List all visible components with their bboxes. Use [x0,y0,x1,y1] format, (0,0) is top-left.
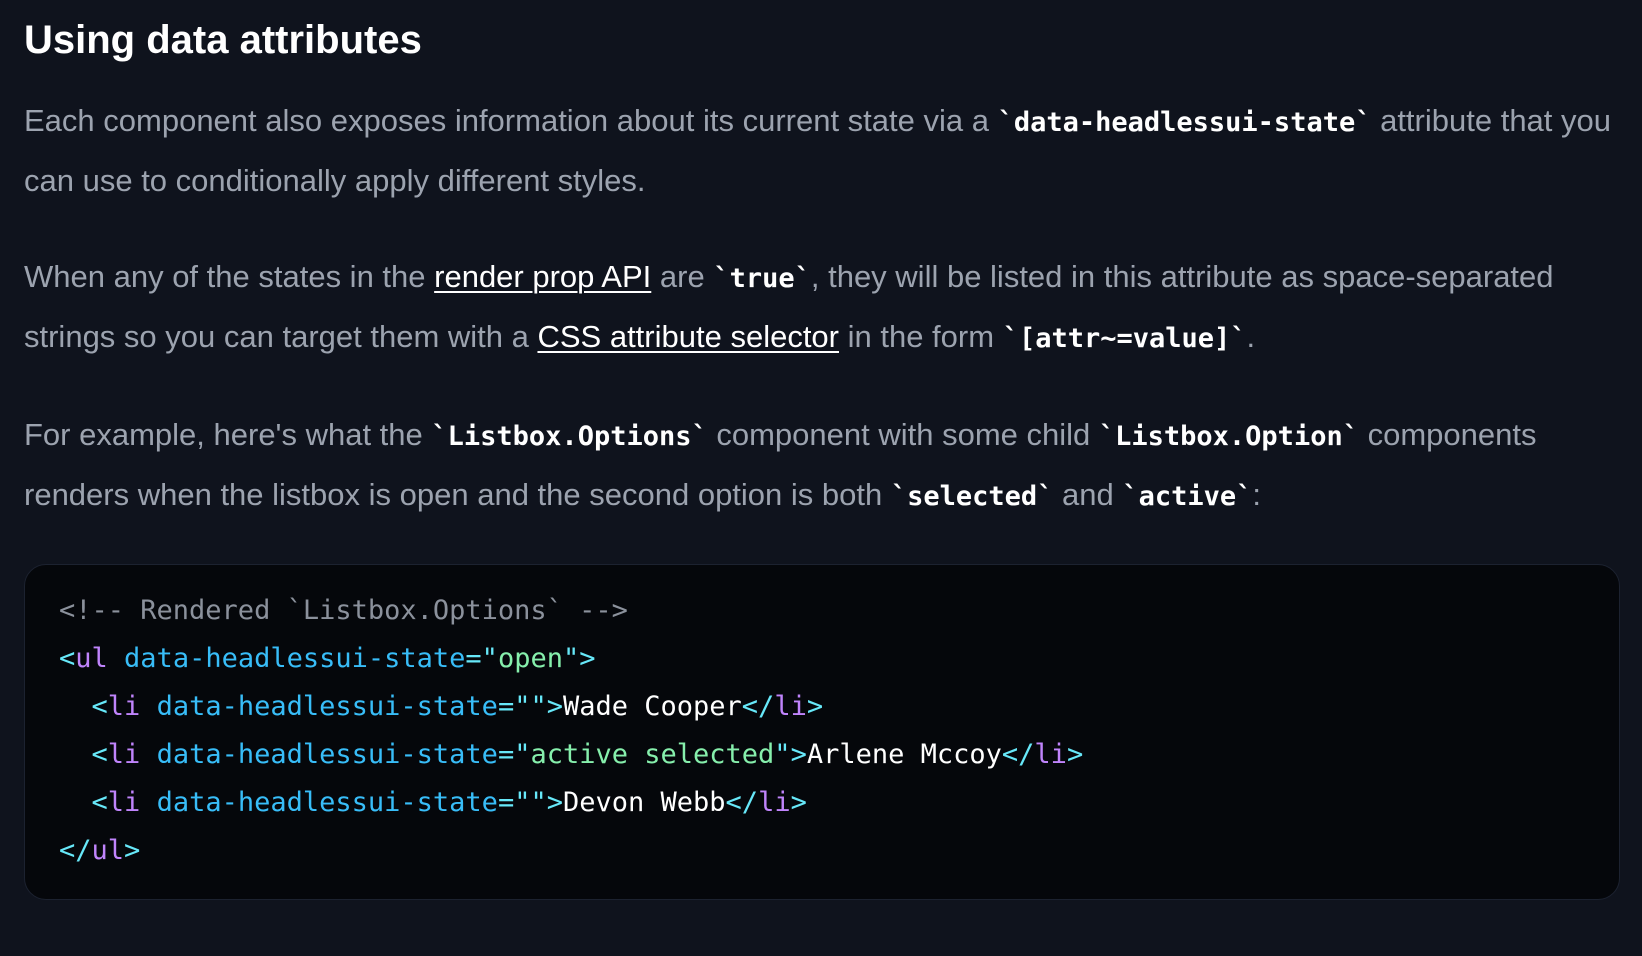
code-punct: > [124,835,141,866]
inline-code-attr-value: `[attr~=value]` [1002,323,1247,354]
text: and [1053,477,1123,512]
code-punct: < [91,691,108,722]
code-string: active selected [530,739,775,770]
code-punct: =" [497,691,531,722]
text: For example, here's what the [24,417,432,452]
css-attribute-selector-link[interactable]: CSS attribute selector [537,319,839,354]
code-attr: data-headlessui-state [156,787,498,818]
code-punct: </ [1001,739,1035,770]
inline-code-listbox-options: `Listbox.Options` [431,421,708,452]
code-punct: > [546,787,563,818]
text: component with some child [707,417,1099,452]
code-punct: < [91,739,108,770]
code-punct: " [530,787,547,818]
code-text-item-1: Wade Cooper [562,691,742,722]
code-punct: > [806,691,824,722]
text: are [651,259,714,294]
code-punct: > [790,739,807,770]
paragraph-state-attribute: Each component also exposes information … [24,92,1618,210]
code-tag-li: li [1034,739,1067,770]
code-attr: data-headlessui-state [156,691,498,722]
code-punct: > [790,787,807,818]
code-comment: <!-- Rendered `Listbox.Options` --> [59,595,628,626]
paragraph-example: For example, here's what the `Listbox.Op… [24,406,1618,526]
code-punct: > [546,691,563,722]
inline-code-data-headlessui-state: `data-headlessui-state` [997,107,1372,138]
code-attr: data-headlessui-state [124,643,466,674]
code-tag-li: li [107,691,141,722]
inline-code-listbox-option: `Listbox.Option` [1098,421,1359,452]
inline-code-active: `active` [1122,481,1253,512]
code-punct: =" [465,643,498,674]
text: . [1246,319,1256,354]
code-punct: </ [741,691,775,722]
code-punct: > [579,643,596,674]
code-content[interactable]: <!-- Rendered `Listbox.Options` --> <ul … [59,587,1585,875]
render-prop-api-link[interactable]: render prop API [434,259,651,294]
code-punct: " [774,739,791,770]
paragraph-render-prop: When any of the states in the render pro… [24,248,1618,368]
text: in the form [839,319,1003,354]
code-attr: data-headlessui-state [156,739,498,770]
code-string: open [497,643,563,674]
code-tag-li: li [774,691,807,722]
code-tag-li: li [107,787,141,818]
code-punct: =" [497,739,531,770]
section-heading: Using data attributes [24,18,422,62]
code-text-item-3: Devon Webb [562,787,726,818]
code-punct: > [1066,739,1084,770]
code-tag-ul: ul [75,643,108,674]
code-tag-ul: ul [91,835,125,866]
code-punct: " [562,643,580,674]
code-block[interactable]: <!-- Rendered `Listbox.Options` --> <ul … [24,564,1620,900]
code-punct: < [59,643,76,674]
inline-code-true: `true` [713,263,811,294]
text: : [1252,477,1262,512]
code-punct: </ [725,787,759,818]
code-punct: </ [59,835,92,866]
text: Each component also exposes information … [24,103,998,138]
code-punct: " [530,691,547,722]
docs-section: Using data attributes Each component als… [0,0,1642,956]
code-text-item-2: Arlene Mccoy [806,739,1002,770]
inline-code-selected: `selected` [890,481,1054,512]
code-punct: < [91,787,108,818]
code-tag-li: li [758,787,791,818]
code-tag-li: li [107,739,141,770]
code-punct: =" [497,787,531,818]
text: When any of the states in the [24,259,435,294]
